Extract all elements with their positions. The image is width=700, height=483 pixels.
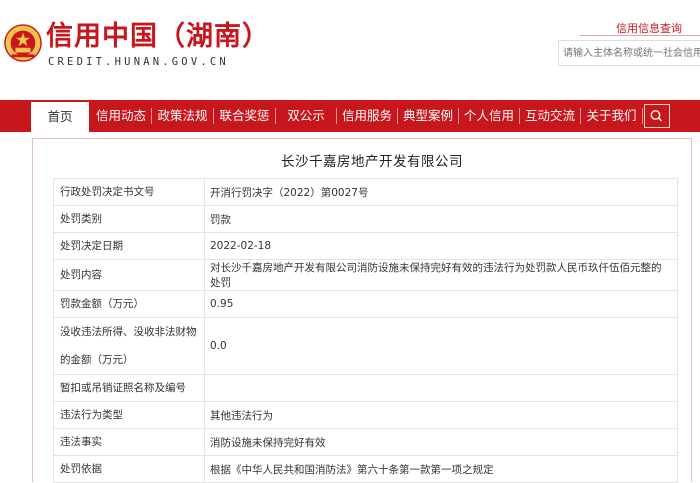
table-row: 处罚依据 根据《中华人民共和国消防法》第六十条第一款第一项之规定	[53, 455, 678, 483]
field-label: 违法事实	[53, 428, 205, 456]
credit-query-link[interactable]: 信用信息查询	[616, 20, 682, 36]
nav-item-policies[interactable]: 政策法规	[152, 100, 213, 132]
national-emblem-icon	[4, 24, 42, 62]
nav-item-interaction[interactable]: 互动交流	[520, 100, 580, 132]
table-row: 暂扣或吊销证照名称及编号	[53, 374, 678, 402]
nav-item-double-publicity[interactable]: 双公示	[276, 100, 336, 132]
nav-item-credit-service[interactable]: 信用服务	[337, 100, 397, 132]
field-label: 暂扣或吊销证照名称及编号	[53, 374, 205, 402]
table-row: 违法行为类型 其他违法行为	[53, 401, 678, 429]
nav-item-credit-news[interactable]: 信用动态	[91, 100, 151, 132]
field-value: 2022-02-18	[204, 232, 678, 260]
field-value: 0.95	[204, 290, 678, 318]
company-name: 长沙千嘉房地产开发有限公司	[281, 154, 463, 170]
field-value: 罚款	[204, 205, 678, 233]
table-row: 处罚类别 罚款	[53, 205, 678, 233]
field-label: 没收违法所得、没收非法财物的金额（万元）	[53, 317, 205, 375]
field-label: 处罚依据	[53, 455, 205, 483]
field-label: 违法行为类型	[53, 401, 205, 429]
site-title[interactable]: 信用中国（湖南）	[46, 22, 270, 52]
site-url: CREDIT.HUNAN.GOV.CN	[48, 56, 229, 68]
field-value: 开消行罚决字（2022）第0027号	[204, 178, 678, 206]
nav-item-typical-cases[interactable]: 典型案例	[398, 100, 458, 132]
table-row: 违法事实 消防设施未保持完好有效	[53, 428, 678, 456]
table-row: 罚款金额（万元） 0.95	[53, 290, 678, 318]
field-value: 其他违法行为	[204, 401, 678, 429]
table-row: 行政处罚决定书文号 开消行罚决字（2022）第0027号	[53, 178, 678, 206]
nav-divider	[642, 108, 643, 124]
nav-item-home[interactable]: 首页	[31, 102, 89, 132]
search-input[interactable]	[558, 40, 700, 66]
field-label: 处罚类别	[53, 205, 205, 233]
nav-search-button[interactable]	[644, 104, 670, 128]
divider	[580, 35, 700, 36]
search-icon	[650, 110, 663, 122]
field-value: 根据《中华人民共和国消防法》第六十条第一款第一项之规定	[204, 455, 678, 483]
field-value: 消防设施未保持完好有效	[204, 428, 678, 456]
penalty-info-table: 行政处罚决定书文号 开消行罚决字（2022）第0027号 处罚类别 罚款 处罚决…	[53, 178, 678, 483]
table-row: 处罚决定日期 2022-02-18	[53, 232, 678, 260]
nav-item-joint-rewards[interactable]: 联合奖惩	[214, 100, 275, 132]
field-label: 罚款金额（万元）	[53, 290, 205, 318]
main-nav: 首页 信用动态 政策法规 联合奖惩 双公示 信用服务 典型案例 个人信用 互动交…	[0, 100, 700, 132]
field-label: 处罚决定日期	[53, 232, 205, 260]
field-label: 行政处罚决定书文号	[53, 178, 205, 206]
site-header: 信用中国（湖南） CREDIT.HUNAN.GOV.CN 信用信息查询	[0, 0, 700, 100]
field-value: 0.0	[204, 317, 678, 375]
field-value	[204, 374, 678, 402]
nav-item-about-us[interactable]: 关于我们	[581, 100, 642, 132]
nav-item-personal-credit[interactable]: 个人信用	[459, 100, 519, 132]
table-row: 没收违法所得、没收非法财物的金额（万元） 0.0	[53, 317, 678, 375]
table-row: 处罚内容 对长沙千嘉房地产开发有限公司消防设施未保持完好有效的违法行为处罚款人民…	[53, 259, 678, 291]
field-label: 处罚内容	[53, 259, 205, 291]
field-value: 对长沙千嘉房地产开发有限公司消防设施未保持完好有效的违法行为处罚款人民币玖仟伍佰…	[204, 259, 678, 291]
